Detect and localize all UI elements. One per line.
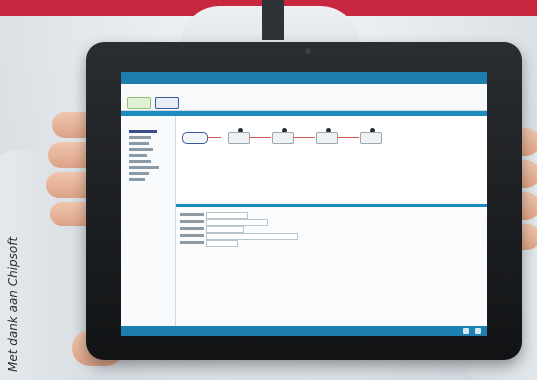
detail-field <box>206 212 248 219</box>
photo-scene: Met dank aan Chipsoft <box>0 0 537 380</box>
detail-field <box>206 240 238 247</box>
detail-label <box>180 227 204 230</box>
detail-label <box>180 220 204 223</box>
detail-field <box>206 233 298 240</box>
app-statusbar <box>121 326 487 336</box>
tree-item <box>129 154 147 157</box>
tree-item <box>129 172 149 175</box>
statusbar-icon <box>463 328 469 334</box>
detail-field <box>206 226 244 233</box>
app-toolbar <box>121 84 487 111</box>
statusbar-icon <box>475 328 481 334</box>
flow-connector <box>293 137 315 138</box>
flow-connector <box>207 137 221 138</box>
tree-item <box>129 148 153 151</box>
tree-item <box>129 130 157 133</box>
photo-credit-caption: Met dank aan Chipsoft <box>6 236 20 372</box>
flow-connector <box>337 137 359 138</box>
detail-panel <box>176 204 487 329</box>
toolbar-button <box>127 97 151 109</box>
flow-step-node <box>316 132 338 144</box>
tree-item <box>129 178 145 181</box>
app-titlebar <box>121 72 487 84</box>
flow-step-node <box>360 132 382 144</box>
flow-step-node <box>272 132 294 144</box>
detail-field <box>206 219 268 226</box>
flow-step-node <box>182 132 208 144</box>
detail-label <box>180 213 204 216</box>
tablet-screen <box>121 72 487 336</box>
detail-label <box>180 241 204 244</box>
flow-connector <box>249 137 271 138</box>
left-navigation-pane <box>121 116 176 326</box>
toolbar-button <box>155 97 179 109</box>
tree-item <box>129 142 149 145</box>
tree-item <box>129 160 151 163</box>
tree-item <box>129 136 151 139</box>
tree-item <box>129 166 159 169</box>
detail-label <box>180 234 204 237</box>
tie <box>262 0 284 40</box>
tablet-camera <box>305 48 311 54</box>
flow-step-node <box>228 132 250 144</box>
